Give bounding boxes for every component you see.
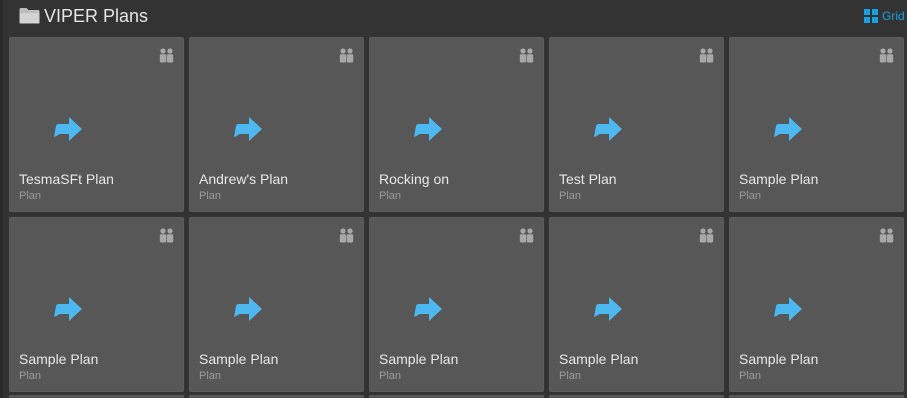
plan-name: Test Plan xyxy=(559,171,617,187)
plan-name: Sample Plan xyxy=(739,351,819,367)
arrow-icon xyxy=(774,297,802,321)
plan-tile[interactable]: TesmaSFt Plan Plan xyxy=(9,37,184,212)
plan-type-label: Plan xyxy=(379,370,402,382)
plan-type-label: Plan xyxy=(379,190,402,202)
plan-tile[interactable]: Sample Plan Plan xyxy=(549,217,724,392)
grid-icon xyxy=(864,9,878,23)
plan-tile[interactable]: Sample Plan Plan xyxy=(729,37,904,212)
shared-users-icon xyxy=(339,228,354,243)
shared-users-icon xyxy=(879,228,894,243)
plan-name: TesmaSFt Plan xyxy=(19,171,114,187)
folder-icon xyxy=(19,8,40,24)
shared-users-icon xyxy=(699,48,714,63)
arrow-icon xyxy=(594,117,622,141)
grid-view-toggle[interactable]: Grid xyxy=(864,8,905,24)
plan-tile[interactable]: Rocking on Plan xyxy=(369,37,544,212)
plan-name: Sample Plan xyxy=(379,351,459,367)
arrow-icon xyxy=(54,117,82,141)
plans-view: VIPER Plans Grid TesmaSFt Plan Plan Andrew… xyxy=(0,0,907,398)
plan-type-label: Plan xyxy=(199,190,222,202)
plan-type-label: Plan xyxy=(19,370,42,382)
shared-users-icon xyxy=(879,48,894,63)
plan-tile[interactable]: Test Plan Plan xyxy=(549,37,724,212)
arrow-icon xyxy=(414,117,442,141)
shared-users-icon xyxy=(699,228,714,243)
arrow-icon xyxy=(234,297,262,321)
plan-tile-grid: TesmaSFt Plan Plan Andrew's Plan Plan Rockin… xyxy=(9,37,907,398)
plan-name: Sample Plan xyxy=(739,171,819,187)
plan-tile[interactable]: Sample Plan Plan xyxy=(369,217,544,392)
plan-tile[interactable]: Sample Plan Plan xyxy=(189,217,364,392)
plan-type-label: Plan xyxy=(19,190,42,202)
plan-type-label: Plan xyxy=(559,370,582,382)
plan-name: Sample Plan xyxy=(559,351,639,367)
plan-name: Rocking on xyxy=(379,171,450,187)
shared-users-icon xyxy=(159,228,174,243)
arrow-icon xyxy=(594,297,622,321)
arrow-icon xyxy=(54,297,82,321)
shared-users-icon xyxy=(339,48,354,63)
plan-name: Sample Plan xyxy=(199,351,279,367)
plan-type-label: Plan xyxy=(739,370,762,382)
plan-type-label: Plan xyxy=(739,190,762,202)
plan-name: Sample Plan xyxy=(19,351,99,367)
shared-users-icon xyxy=(519,228,534,243)
grid-view-label: Grid xyxy=(882,9,905,23)
arrow-icon xyxy=(414,297,442,321)
page-title: VIPER Plans xyxy=(44,6,149,26)
left-divider xyxy=(0,0,3,398)
plan-name: Andrew's Plan xyxy=(199,171,289,187)
plan-tile[interactable]: Sample Plan Plan xyxy=(9,217,184,392)
header-bar: VIPER Plans Grid xyxy=(0,0,907,34)
plan-type-label: Plan xyxy=(559,190,582,202)
plan-type-label: Plan xyxy=(199,370,222,382)
arrow-icon xyxy=(234,117,262,141)
plan-tile[interactable]: Sample Plan Plan xyxy=(729,217,904,392)
plan-tile[interactable]: Andrew's Plan Plan xyxy=(189,37,364,212)
shared-users-icon xyxy=(519,48,534,63)
shared-users-icon xyxy=(159,48,174,63)
arrow-icon xyxy=(774,117,802,141)
